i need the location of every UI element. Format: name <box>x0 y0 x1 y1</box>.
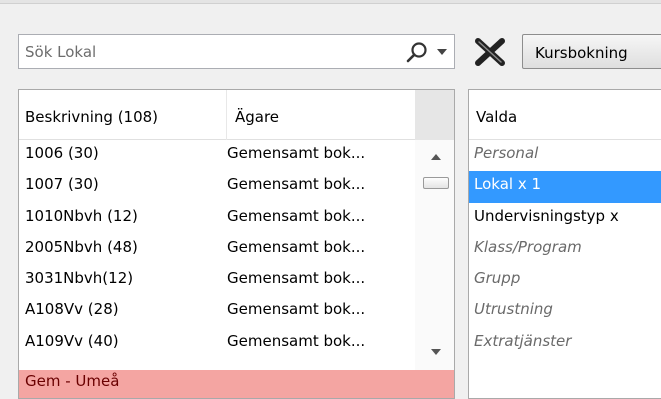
chevron-down-icon[interactable] <box>431 349 441 355</box>
table-row[interactable]: 1006 (30) Gemensamt bok... <box>19 140 415 171</box>
column-header-description[interactable]: Beskrivning (108) <box>19 90 226 140</box>
room-description: A109Vv (40) <box>25 331 119 350</box>
column-header-owner[interactable]: Ägare <box>226 90 415 140</box>
table-row[interactable]: 2005Nbvh (48) Gemensamt bok... <box>19 234 415 265</box>
window-top-border <box>0 0 661 4</box>
booking-type-select[interactable]: Kursbokning <box>522 34 661 69</box>
selected-panel: Valda Personal Lokal x 1 Undervisningsty… <box>468 89 661 399</box>
room-owner: Gemensamt bok... <box>227 144 366 162</box>
room-description: 3031Nbvh(12) <box>25 269 134 288</box>
room-list-rows: 1006 (30) Gemensamt bok... 1007 (30) Gem… <box>19 140 415 359</box>
list-item-utrustning[interactable]: Utrustning <box>469 296 661 327</box>
room-owner: Gemensamt bok... <box>227 300 366 319</box>
room-list: Beskrivning (108) Ägare 1006 (30) Gemens… <box>18 89 455 399</box>
search-box <box>18 34 455 69</box>
room-list-header: Beskrivning (108) Ägare <box>19 90 415 140</box>
scrollbar-thumb[interactable] <box>423 177 449 189</box>
group-label: Gem - Umeå <box>25 372 120 390</box>
header-corner <box>415 90 454 140</box>
close-icon <box>475 38 505 66</box>
list-item-grupp[interactable]: Grupp <box>469 265 661 296</box>
search-icon[interactable] <box>405 41 429 63</box>
chevron-down-icon[interactable] <box>437 49 447 55</box>
room-owner: Gemensamt bok... <box>227 237 366 256</box>
list-item-personal[interactable]: Personal <box>469 140 661 171</box>
room-description: 1006 (30) <box>25 144 99 162</box>
room-owner: Gemensamt bok... <box>227 206 366 225</box>
clear-filter-button[interactable] <box>472 36 508 68</box>
room-description: 1007 (30) <box>25 175 99 194</box>
table-row[interactable]: A108Vv (28) Gemensamt bok... <box>19 296 415 327</box>
vertical-scrollbar[interactable] <box>415 140 454 370</box>
list-item-extratjanster[interactable]: Extratjänster <box>469 328 661 359</box>
list-item-undervisningstyp[interactable]: Undervisningstyp x <box>469 203 661 234</box>
booking-type-value: Kursbokning <box>535 44 628 62</box>
room-owner: Gemensamt bok... <box>227 331 366 350</box>
room-owner: Gemensamt bok... <box>227 175 366 194</box>
table-row[interactable]: 1007 (30) Gemensamt bok... <box>19 171 415 202</box>
list-item-lokal[interactable]: Lokal x 1 <box>469 171 661 203</box>
room-description: 1010Nbvh (12) <box>25 206 138 225</box>
room-description: A108Vv (28) <box>25 300 119 319</box>
chevron-up-icon[interactable] <box>431 154 441 160</box>
group-header-row[interactable]: Gem - Umeå <box>19 370 454 398</box>
list-item-klass-program[interactable]: Klass/Program <box>469 234 661 265</box>
table-row[interactable]: A109Vv (40) Gemensamt bok... <box>19 328 415 359</box>
room-owner: Gemensamt bok... <box>227 269 366 288</box>
table-row[interactable]: 3031Nbvh(12) Gemensamt bok... <box>19 265 415 296</box>
table-row[interactable]: 1010Nbvh (12) Gemensamt bok... <box>19 203 415 234</box>
selected-panel-header: Valda <box>469 90 661 140</box>
room-description: 2005Nbvh (48) <box>25 237 138 256</box>
search-input[interactable] <box>25 39 385 64</box>
